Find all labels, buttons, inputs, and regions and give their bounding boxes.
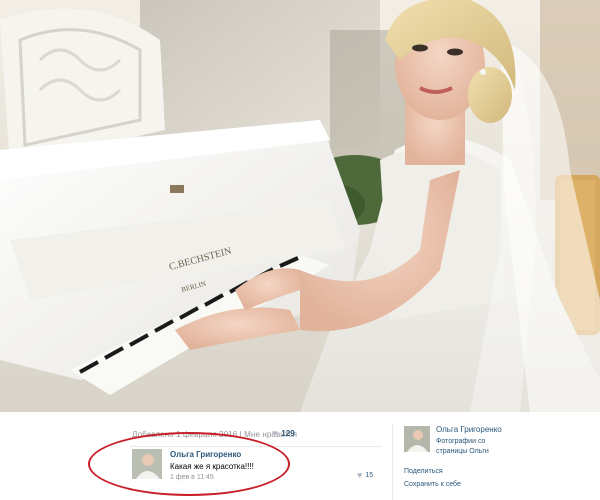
owner-thumbnail-image [404,426,430,452]
bride-piano-photo: C.BECHSTEIN BERLIN [0,0,600,412]
owner-name-link[interactable]: Ольга Григоренко [436,425,502,434]
panel-divider [392,424,393,500]
photo-info-panel: Добавлено 1 февраля 2016 | Мне нравится … [0,412,600,500]
annotation-oval [88,432,290,496]
share-link[interactable]: Поделиться [404,468,443,475]
save-to-my-photos-link[interactable]: Сохранить к себе [404,481,461,488]
photo-viewer-image[interactable]: C.BECHSTEIN BERLIN [0,0,600,412]
photo-like-button[interactable]: ♥ 129 [272,428,295,438]
album-link[interactable]: Фотографии со страницы Ольги [436,437,516,457]
comment-like-button[interactable]: ♥ 15 [357,470,373,480]
comment-like-count: 15 [365,471,374,479]
heart-icon: ♥ [272,428,278,438]
owner-thumbnail[interactable] [404,426,430,452]
heart-icon: ♥ [357,470,363,480]
photo-like-count: 129 [281,428,295,438]
